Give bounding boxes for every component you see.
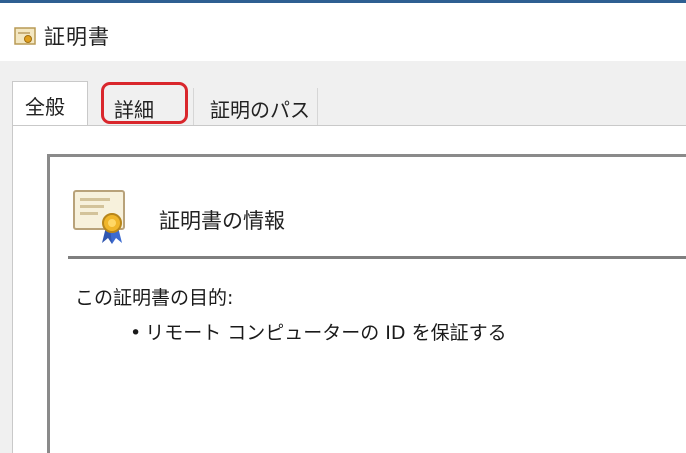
purpose-list-item: • リモート コンピューターの ID を保証する (130, 318, 507, 345)
certificate-info-heading: 証明書の情報 (159, 209, 285, 233)
tab-certification-path-label: 証明のパス (210, 98, 310, 122)
certificate-ribbon-icon (72, 187, 128, 245)
tab-certification-path[interactable]: 証明のパス (194, 88, 318, 126)
certificate-icon (14, 26, 36, 46)
tab-general-label: 全般 (25, 95, 65, 119)
bullet: • (130, 322, 142, 344)
tab-general[interactable]: 全般 (12, 81, 88, 126)
tab-strip: 全般 詳細 証明のパス (0, 61, 686, 126)
purpose-text: リモート コンピューターの ID を保証する (145, 322, 507, 344)
window-title: 証明書 (44, 25, 110, 49)
purpose-label: この証明書の目的: (75, 287, 234, 309)
title-bar: 証明書 (0, 3, 686, 61)
highlight-annotation (101, 82, 188, 124)
heading-separator (68, 256, 686, 259)
